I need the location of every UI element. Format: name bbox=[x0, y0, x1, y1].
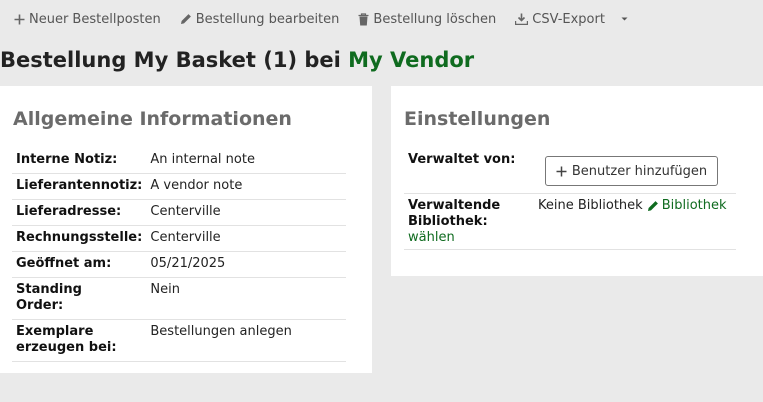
row-label: Interne Notiz: bbox=[12, 148, 147, 174]
edit-order-button[interactable]: Bestellung bearbeiten bbox=[180, 11, 340, 27]
library-edit-link[interactable]: Bibliothek bbox=[647, 198, 727, 214]
csv-export-label: CSV-Export bbox=[532, 11, 605, 27]
row-value: 05/21/2025 bbox=[146, 251, 346, 278]
managing-library-label: Verwaltende Bibliothek: bbox=[408, 198, 501, 229]
managed-by-label: Verwaltet von: bbox=[408, 152, 516, 167]
row-value: Centerville bbox=[146, 225, 346, 252]
row-label: Lieferantennotiz: bbox=[12, 173, 147, 200]
general-info-panel: Allgemeine Informationen Interne Notiz: … bbox=[0, 86, 372, 373]
plus-icon bbox=[14, 14, 25, 24]
row-value: An internal note bbox=[146, 148, 346, 174]
caret-down-icon bbox=[621, 17, 628, 21]
settings-panel: Einstellungen Verwaltet von: Benutzer hi… bbox=[391, 86, 763, 276]
row-label: Lieferadresse: bbox=[12, 199, 147, 226]
table-row: Lieferantennotiz: A vendor note bbox=[12, 173, 346, 200]
managing-library-label-wrap: Verwaltende Bibliothek: wählen bbox=[404, 198, 545, 249]
row-label: Standing Order: bbox=[12, 277, 147, 320]
row-value: A vendor note bbox=[146, 173, 346, 200]
row-label: Geöffnet am: bbox=[12, 251, 147, 278]
settings-heading: Einstellungen bbox=[404, 108, 551, 130]
table-row: Geöffnet am: 05/21/2025 bbox=[12, 251, 346, 278]
row-value: Bestellungen anlegen bbox=[146, 319, 346, 362]
add-user-label: Benutzer hinzufügen bbox=[571, 163, 708, 179]
new-item-label: Neuer Bestellposten bbox=[29, 11, 161, 27]
library-value-text: Keine Bibliothek bbox=[538, 198, 643, 213]
table-row: Rechnungsstelle: Centerville bbox=[12, 225, 346, 252]
general-info-table: Interne Notiz: An internal note Lieferan… bbox=[12, 148, 346, 362]
toolbar: Neuer Bestellposten Bestellung bearbeite… bbox=[0, 0, 763, 38]
row-label: Rechnungsstelle: bbox=[12, 225, 147, 252]
general-info-heading: Allgemeine Informationen bbox=[13, 108, 292, 130]
edit-order-label: Bestellung bearbeiten bbox=[195, 11, 340, 27]
vendor-name: My Vendor bbox=[348, 48, 475, 72]
table-row: Standing Order: Nein bbox=[12, 277, 346, 320]
delete-order-label: Bestellung löschen bbox=[373, 11, 497, 27]
csv-export-dropdown-toggle[interactable] bbox=[620, 16, 629, 22]
csv-export-button[interactable]: CSV-Export bbox=[515, 12, 605, 27]
plus-icon bbox=[556, 166, 567, 176]
pencil-icon bbox=[180, 14, 191, 24]
managed-by-row: Verwaltet von: Benutzer hinzufügen bbox=[404, 148, 736, 194]
table-row: Lieferadresse: Centerville bbox=[12, 199, 346, 226]
settings-list: Verwaltet von: Benutzer hinzufügen Verwa… bbox=[404, 148, 736, 250]
row-value: Nein bbox=[146, 277, 346, 320]
choose-library-link[interactable]: wählen bbox=[408, 230, 545, 246]
new-item-button[interactable]: Neuer Bestellposten bbox=[14, 12, 161, 27]
delete-order-button[interactable]: Bestellung löschen bbox=[358, 12, 496, 27]
managing-library-row: Verwaltende Bibliothek: wählen Keine Bib… bbox=[404, 194, 736, 250]
row-label: Exemplare erzeugen bei: bbox=[12, 319, 147, 362]
trash-icon bbox=[358, 12, 369, 25]
row-value: Centerville bbox=[146, 199, 346, 226]
page-title-prefix: Bestellung My Basket (1) bei bbox=[0, 48, 349, 72]
library-value: Keine Bibliothek Bibliothek bbox=[538, 198, 727, 249]
add-user-button[interactable]: Benutzer hinzufügen bbox=[545, 156, 718, 186]
pencil-icon bbox=[647, 201, 658, 211]
download-icon bbox=[515, 13, 529, 25]
table-row: Interne Notiz: An internal note bbox=[12, 148, 346, 174]
library-edit-label: Bibliothek bbox=[661, 198, 727, 213]
page-title: Bestellung My Basket (1) bei My Vendor bbox=[0, 48, 474, 72]
table-row: Exemplare erzeugen bei: Bestellungen anl… bbox=[12, 319, 346, 362]
